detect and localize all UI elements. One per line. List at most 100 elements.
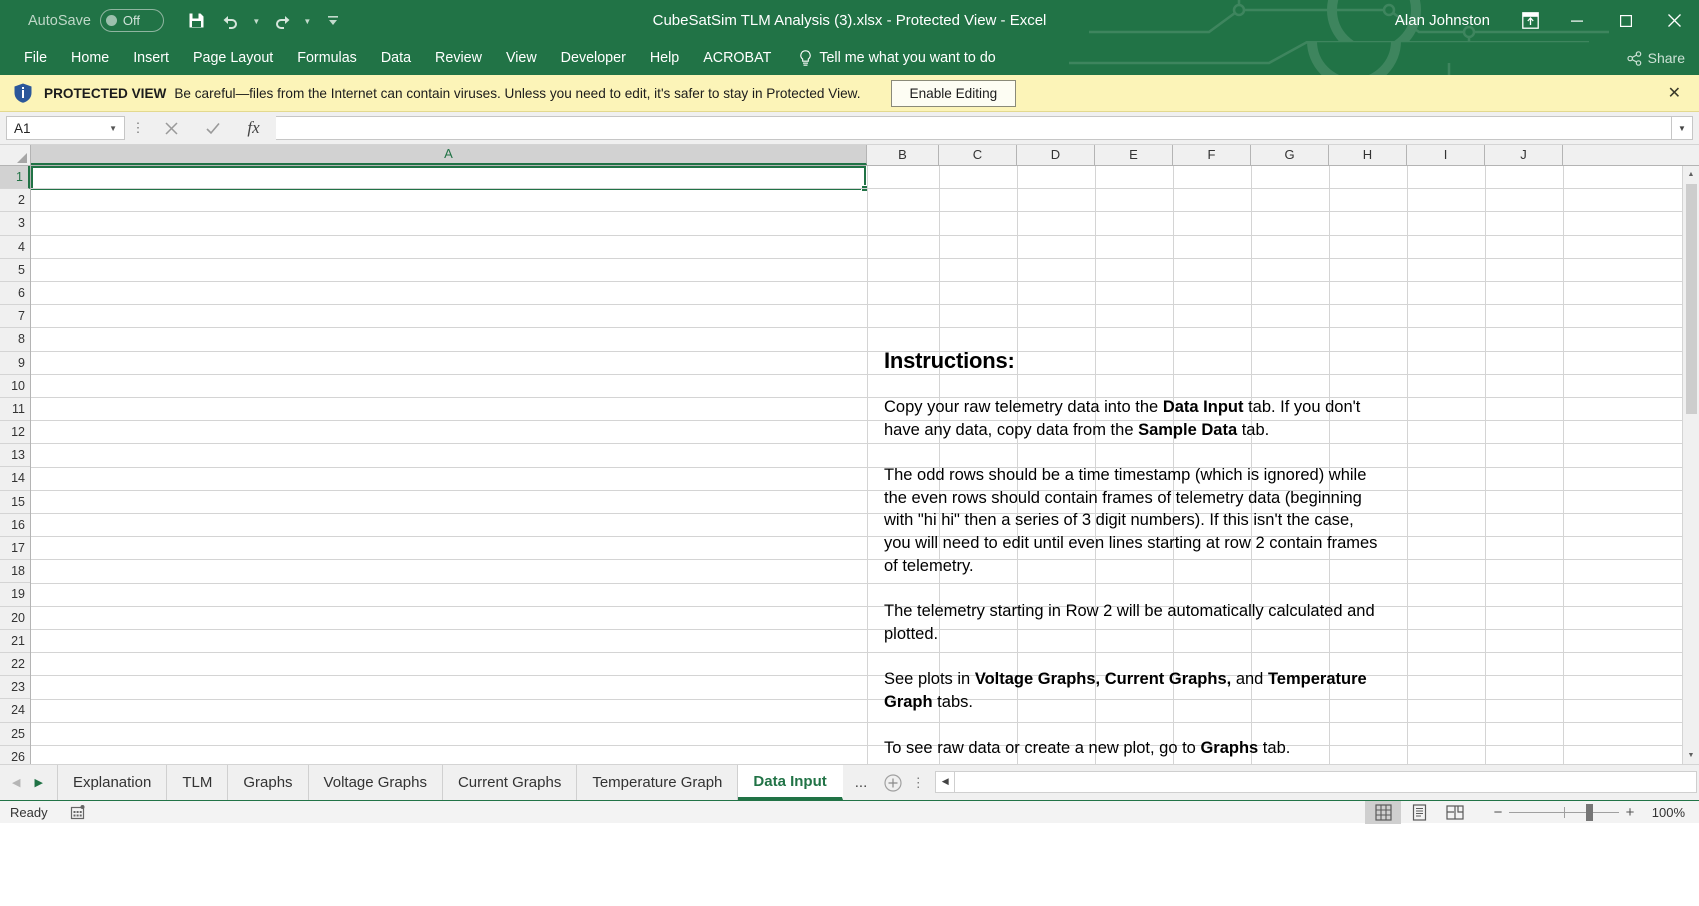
formula-input[interactable] [276, 116, 1672, 140]
maximize-icon[interactable] [1601, 0, 1650, 41]
cancel-icon[interactable] [151, 116, 192, 141]
column-header-a[interactable]: A [31, 145, 867, 165]
previous-sheet-icon[interactable]: ◀ [12, 776, 20, 789]
row-header-18[interactable]: 18 [0, 560, 30, 584]
row-header-11[interactable]: 11 [0, 398, 30, 422]
autosave-toggle[interactable]: Off [99, 9, 164, 32]
zoom-in-button[interactable]: + [1619, 801, 1641, 824]
sheet-tab-temperature-graph[interactable]: Temperature Graph [577, 765, 739, 800]
row-header-3[interactable]: 3 [0, 212, 30, 236]
undo-dropdown-icon[interactable]: ▼ [250, 7, 263, 35]
sheet-tabs-overflow[interactable]: ... [843, 765, 880, 800]
ribbon-tab-file[interactable]: File [12, 41, 59, 75]
customize-quick-access-icon[interactable] [318, 7, 348, 35]
row-header-25[interactable]: 25 [0, 723, 30, 746]
row-header-10[interactable]: 10 [0, 375, 30, 398]
close-icon[interactable]: ✕ [1660, 83, 1689, 103]
column-header-h[interactable]: H [1329, 145, 1407, 165]
row-header-20[interactable]: 20 [0, 607, 30, 630]
accessibility-checker-icon[interactable] [70, 804, 86, 820]
sheet-tab-data-input[interactable]: Data Input [738, 765, 843, 800]
row-header-2[interactable]: 2 [0, 189, 30, 213]
save-icon[interactable] [182, 7, 212, 35]
row-header-15[interactable]: 15 [0, 491, 30, 514]
close-icon[interactable] [1650, 0, 1699, 41]
ribbon-tab-data[interactable]: Data [369, 41, 423, 75]
column-header-c[interactable]: C [939, 145, 1017, 165]
scroll-up-icon[interactable]: ▲ [1682, 166, 1699, 183]
column-header-e[interactable]: E [1095, 145, 1173, 165]
row-header-26[interactable]: 26 [0, 746, 30, 764]
sheet-tab-explanation[interactable]: Explanation [56, 765, 168, 800]
zoom-slider[interactable] [1509, 801, 1619, 824]
redo-dropdown-icon[interactable]: ▼ [301, 7, 314, 35]
page-layout-view-icon[interactable] [1401, 801, 1437, 824]
cell-area[interactable] [31, 166, 1699, 764]
name-box[interactable]: A1 ▼ [6, 116, 125, 140]
redo-icon[interactable] [267, 7, 297, 35]
column-header-d[interactable]: D [1017, 145, 1095, 165]
enter-icon[interactable] [192, 116, 233, 141]
insert-function-icon[interactable]: fx [233, 116, 274, 141]
enable-editing-button[interactable]: Enable Editing [890, 79, 1017, 107]
ribbon-display-options-icon[interactable] [1508, 0, 1552, 41]
row-header-1[interactable]: 1 [0, 166, 30, 190]
row-header-19[interactable]: 19 [0, 583, 30, 607]
zoom-level-label[interactable]: 100% [1641, 805, 1695, 820]
ribbon-tab-view[interactable]: View [494, 41, 549, 75]
row-header-5[interactable]: 5 [0, 259, 30, 282]
grid-row-line [31, 397, 1699, 398]
row-header-13[interactable]: 13 [0, 444, 30, 468]
minimize-icon[interactable] [1552, 0, 1601, 41]
share-button[interactable]: Share [1627, 50, 1685, 66]
undo-icon[interactable] [216, 7, 246, 35]
normal-view-icon[interactable] [1365, 800, 1401, 824]
column-header-i[interactable]: I [1407, 145, 1485, 165]
select-all-corner[interactable] [0, 145, 31, 165]
row-header-22[interactable]: 22 [0, 653, 30, 677]
row-header-6[interactable]: 6 [0, 282, 30, 306]
sheet-tab-current-graphs[interactable]: Current Graphs [442, 765, 578, 800]
next-sheet-icon[interactable]: ▶ [34, 776, 42, 789]
ribbon-tab-formulas[interactable]: Formulas [285, 41, 369, 75]
grid-column-line [1485, 166, 1486, 764]
row-header-8[interactable]: 8 [0, 328, 30, 352]
row-header-12[interactable]: 12 [0, 421, 30, 445]
column-header-b[interactable]: B [867, 145, 939, 165]
row-header-9[interactable]: 9 [0, 352, 30, 375]
sheet-tab-tlm[interactable]: TLM [167, 765, 229, 800]
formula-bar-options-icon[interactable]: ⋮ [125, 121, 151, 134]
column-header-j[interactable]: J [1485, 145, 1563, 165]
ribbon-tab-help[interactable]: Help [638, 41, 691, 75]
row-header-7[interactable]: 7 [0, 305, 30, 329]
vertical-scrollbar[interactable]: ▲ ▼ [1682, 166, 1699, 764]
column-header-g[interactable]: G [1251, 145, 1329, 165]
expand-formula-bar-icon[interactable]: ▼ [1672, 116, 1693, 140]
tell-me-search[interactable]: Tell me what you want to do [799, 49, 996, 67]
ribbon-tab-acrobat[interactable]: ACROBAT [691, 41, 783, 75]
row-header-4[interactable]: 4 [0, 236, 30, 259]
ribbon-tab-developer[interactable]: Developer [549, 41, 638, 75]
scroll-down-icon[interactable]: ▼ [1682, 747, 1699, 764]
sheet-tab-voltage-graphs[interactable]: Voltage Graphs [308, 765, 443, 800]
zoom-out-button[interactable]: − [1487, 801, 1509, 824]
active-cell-a1[interactable] [31, 166, 868, 192]
ribbon-tab-home[interactable]: Home [59, 41, 121, 75]
ribbon-tab-insert[interactable]: Insert [121, 41, 181, 75]
ribbon-tab-review[interactable]: Review [423, 41, 494, 75]
user-account-name[interactable]: Alan Johnston [1377, 12, 1508, 29]
vertical-scroll-thumb[interactable] [1685, 184, 1697, 414]
autosave-control[interactable]: AutoSave Off [28, 9, 164, 32]
row-header-24[interactable]: 24 [0, 699, 30, 723]
chevron-down-icon[interactable]: ▼ [109, 124, 117, 133]
row-header-17[interactable]: 17 [0, 537, 30, 561]
page-break-preview-icon[interactable] [1437, 801, 1473, 824]
column-header-f[interactable]: F [1173, 145, 1251, 165]
zoom-slider-thumb[interactable] [1586, 803, 1593, 821]
row-header-21[interactable]: 21 [0, 630, 30, 653]
row-header-16[interactable]: 16 [0, 514, 30, 537]
ribbon-tab-page-layout[interactable]: Page Layout [181, 41, 285, 75]
row-header-23[interactable]: 23 [0, 676, 30, 700]
row-header-14[interactable]: 14 [0, 467, 30, 491]
sheet-tab-graphs[interactable]: Graphs [228, 765, 309, 800]
